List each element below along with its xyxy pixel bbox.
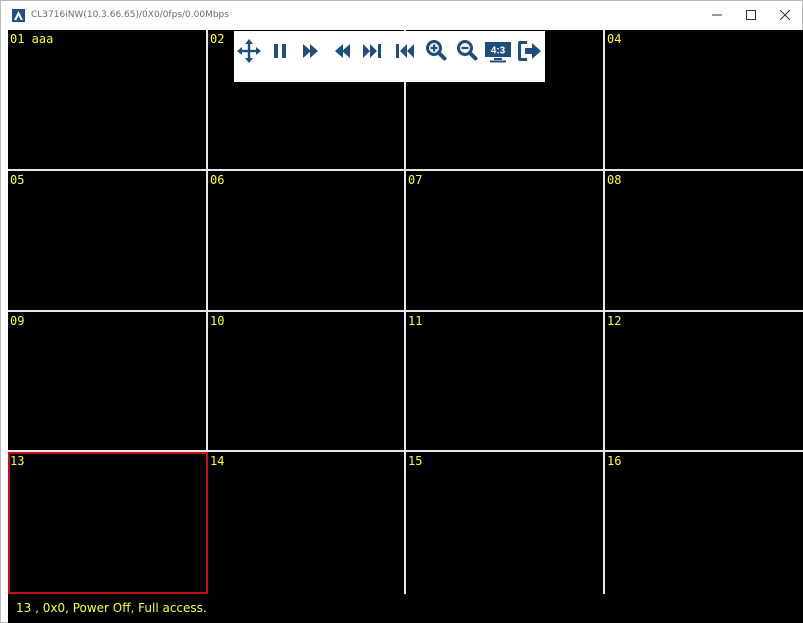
port-cell-08[interactable]: 08 <box>605 171 803 312</box>
port-cell-04[interactable]: 04 <box>605 30 803 171</box>
port-label: 01 aaa <box>10 32 54 46</box>
port-label: 14 <box>210 454 225 468</box>
zoom-out-icon <box>457 40 478 61</box>
port-cell-14[interactable]: 14 <box>208 452 406 594</box>
close-button[interactable] <box>768 1 802 29</box>
next-button[interactable] <box>359 37 387 65</box>
pause-icon <box>274 44 286 58</box>
maximize-icon <box>746 10 756 20</box>
minimize-icon <box>712 14 722 16</box>
zoom-in-icon <box>426 40 447 61</box>
zoom-out-button[interactable] <box>453 37 481 65</box>
previous-button[interactable] <box>390 37 418 65</box>
port-label: 15 <box>408 454 423 468</box>
window-title: CL3716iNW(10.3.66.65)/0X0/0fps/0.00Mbps <box>31 10 229 20</box>
previous-icon <box>396 44 414 58</box>
port-cell-06[interactable]: 06 <box>208 171 406 312</box>
port-label: 06 <box>210 173 225 187</box>
zoom-in-button[interactable] <box>422 37 450 65</box>
port-cell-01[interactable]: 01 aaa <box>8 30 208 171</box>
status-bar: 13 , 0x0, Power Off, Full access. <box>8 594 803 623</box>
next-icon <box>363 44 381 58</box>
port-cell-13[interactable]: 13 <box>8 452 208 594</box>
fast-forward-button[interactable] <box>297 37 325 65</box>
port-label: 02 <box>210 32 225 46</box>
port-label: 07 <box>408 173 423 187</box>
port-label: 04 <box>607 32 622 46</box>
port-label: 10 <box>210 314 225 328</box>
port-cell-05[interactable]: 05 <box>8 171 208 312</box>
aspect-ratio-label: 4:3 <box>491 45 506 56</box>
close-icon <box>780 10 790 20</box>
status-text: 13 , 0x0, Power Off, Full access. <box>16 601 207 615</box>
port-cell-15[interactable]: 15 <box>406 452 605 594</box>
port-label: 09 <box>10 314 25 328</box>
port-grid: 01 aaa 02 03 04 05 06 07 08 09 10 11 <box>8 30 803 594</box>
aten-logo-icon <box>12 9 25 22</box>
port-label: 12 <box>607 314 622 328</box>
port-cell-11[interactable]: 11 <box>406 312 605 452</box>
port-cell-07[interactable]: 07 <box>406 171 605 312</box>
port-label: 08 <box>607 173 622 187</box>
port-label: 05 <box>10 173 25 187</box>
panel-toolbar: 4:3 <box>234 31 545 82</box>
exit-icon <box>518 41 541 61</box>
port-cell-16[interactable]: 16 <box>605 452 803 594</box>
maximize-button[interactable] <box>734 1 768 29</box>
aspect-ratio-button[interactable]: 4:3 <box>484 37 512 65</box>
pause-button[interactable] <box>266 37 294 65</box>
rewind-icon <box>335 44 350 58</box>
port-label: 11 <box>408 314 423 328</box>
move-icon <box>237 39 261 63</box>
port-label: 16 <box>607 454 622 468</box>
port-label: 13 <box>10 454 25 468</box>
port-cell-10[interactable]: 10 <box>208 312 406 452</box>
kvm-viewer-window: CL3716iNW(10.3.66.65)/0X0/0fps/0.00Mbps … <box>0 0 803 623</box>
minimize-button[interactable] <box>700 1 734 29</box>
rewind-button[interactable] <box>328 37 356 65</box>
port-cell-09[interactable]: 09 <box>8 312 208 452</box>
move-button[interactable] <box>235 37 263 65</box>
title-bar[interactable]: CL3716iNW(10.3.66.65)/0X0/0fps/0.00Mbps <box>1 1 802 29</box>
aspect-ratio-icon: 4:3 <box>485 42 511 63</box>
fast-forward-icon <box>303 44 318 58</box>
port-cell-12[interactable]: 12 <box>605 312 803 452</box>
exit-button[interactable] <box>515 37 543 65</box>
